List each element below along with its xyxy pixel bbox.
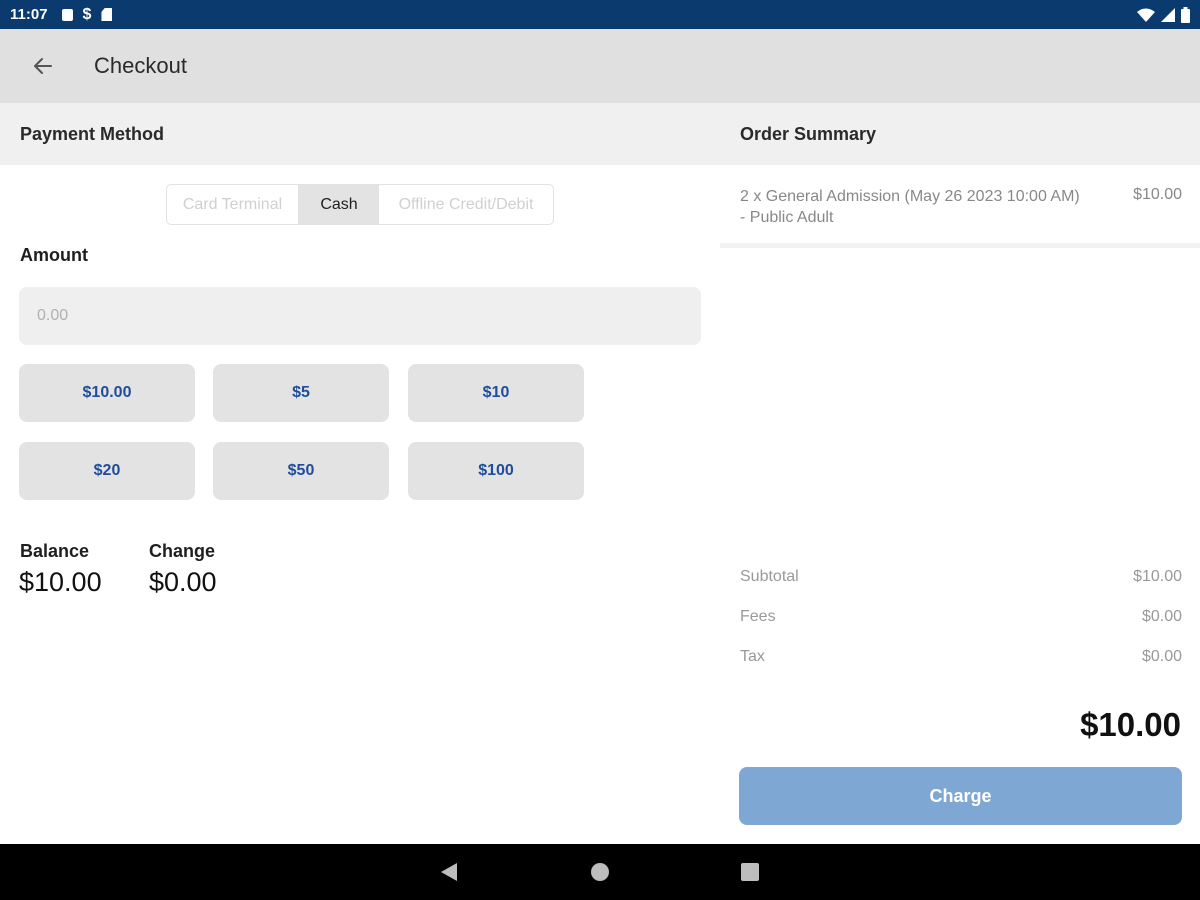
wifi-icon — [1137, 8, 1155, 22]
battery-icon — [1181, 6, 1190, 23]
tab-cash[interactable]: Cash — [299, 185, 379, 224]
quick-amount-button[interactable]: $50 — [213, 442, 389, 500]
balance-value: $10.00 — [19, 567, 102, 597]
order-item-description: 2 x General Admission (May 26 2023 10:00… — [740, 188, 1080, 226]
app-bar: Checkout — [0, 29, 1200, 103]
arrow-left-icon — [34, 58, 52, 74]
order-divider — [720, 243, 1200, 248]
fees-value: $0.00 — [1141, 608, 1182, 625]
order-summary-header: Order Summary — [720, 103, 1200, 165]
tax-label: Tax — [740, 648, 765, 665]
dollar-s-icon: $ — [82, 5, 92, 23]
nav-home-icon[interactable] — [591, 863, 609, 881]
notification-box-icon — [61, 8, 73, 21]
status-time: 11:07 — [10, 6, 48, 23]
quick-amount-button[interactable]: $100 — [408, 442, 584, 500]
subtotal-value: $10.00 — [1133, 568, 1182, 585]
quick-amount-button[interactable]: $10.00 — [19, 364, 195, 422]
grand-total: $10.00 — [1080, 706, 1181, 743]
tab-offline-credit-debit[interactable]: Offline Credit/Debit — [379, 185, 553, 224]
signal-icon — [1161, 7, 1175, 22]
change-label: Change — [149, 541, 216, 561]
payment-method-title: Payment Method — [20, 123, 165, 144]
quick-amount-button[interactable]: $10 — [408, 364, 584, 422]
system-nav-bar — [0, 844, 1200, 900]
payment-method-header: Payment Method — [0, 103, 720, 165]
nav-back-icon[interactable] — [441, 863, 457, 881]
amount-label: Amount — [20, 245, 88, 265]
payment-method-tabs: Card Terminal Cash Offline Credit/Debit — [166, 184, 554, 225]
fees-label: Fees — [740, 608, 776, 625]
order-summary-title: Order Summary — [740, 123, 877, 144]
status-bar: 11:07 $ — [0, 0, 1200, 29]
quick-amount-button[interactable]: $20 — [19, 442, 195, 500]
charge-button[interactable]: Charge — [739, 767, 1182, 825]
tab-card-terminal[interactable]: Card Terminal — [167, 185, 299, 224]
subtotal-label: Subtotal — [740, 568, 799, 585]
back-button[interactable] — [23, 46, 63, 86]
tax-value: $0.00 — [1141, 648, 1182, 665]
amount-input[interactable] — [19, 287, 701, 345]
sd-card-icon — [101, 8, 113, 21]
order-item-price: $10.00 — [1133, 186, 1182, 203]
change-value: $0.00 — [149, 567, 217, 597]
quick-amount-button[interactable]: $5 — [213, 364, 389, 422]
page-title: Checkout — [94, 53, 187, 78]
nav-recents-icon[interactable] — [741, 863, 759, 881]
balance-label: Balance — [20, 541, 90, 561]
status-right-icons — [1137, 6, 1190, 23]
